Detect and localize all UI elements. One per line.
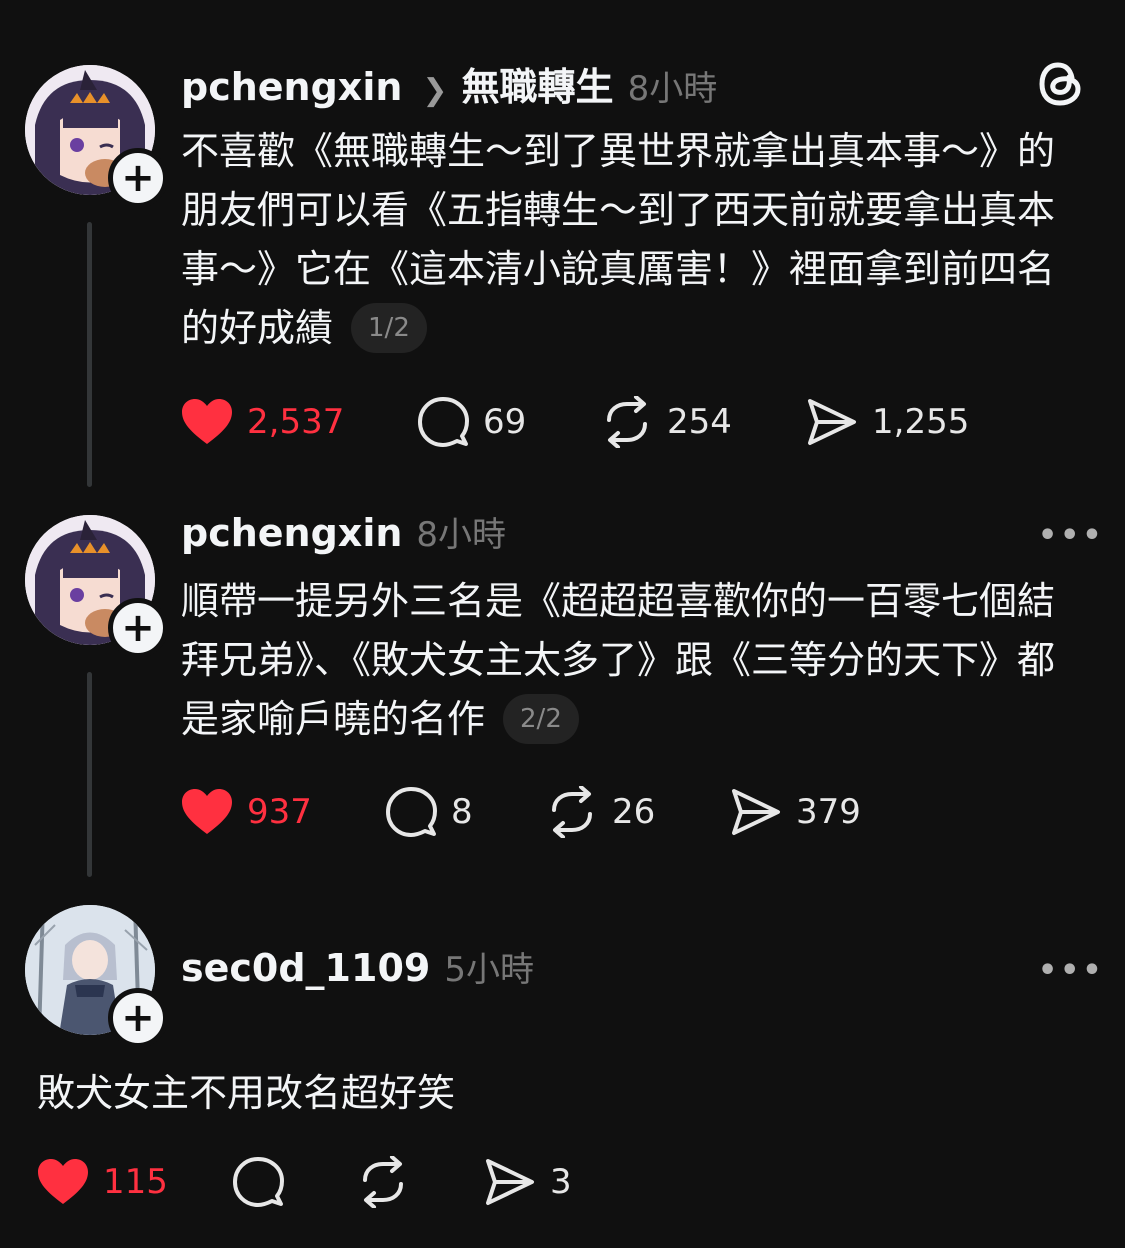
like-button[interactable]: 937	[181, 782, 312, 842]
post-body: 順帶一提另外三名是《超超超喜歡你的一百零七個結拜兄弟》、《敗犬女主太多了》跟《三…	[181, 579, 1056, 741]
timestamp: 5小時	[444, 950, 534, 990]
share-button[interactable]: 1,255	[806, 392, 969, 452]
post-text: 順帶一提另外三名是《超超超喜歡你的一百零七個結拜兄弟》、《敗犬女主太多了》跟《三…	[181, 572, 1091, 749]
repost-button[interactable]: 254	[601, 392, 732, 452]
heart-icon	[182, 789, 232, 834]
repost-button[interactable]	[357, 1152, 409, 1212]
follow-button[interactable]: +	[108, 988, 168, 1048]
username[interactable]: pchengxin	[181, 65, 402, 109]
send-icon	[808, 399, 856, 445]
follow-button[interactable]: +	[108, 148, 168, 208]
thread-line	[87, 672, 92, 877]
heart-icon	[38, 1159, 88, 1204]
post-body: 敗犬女主不用改名超好笑	[37, 1071, 456, 1115]
repost-count: 254	[667, 402, 732, 442]
post-header: sec0d_1109 5小時	[181, 942, 534, 991]
plus-icon: +	[121, 995, 155, 1041]
repost-icon	[552, 786, 592, 838]
username[interactable]: pchengxin	[181, 511, 402, 555]
share-count: 1,255	[872, 402, 970, 442]
like-count: 115	[103, 1162, 168, 1202]
share-count: 379	[796, 792, 861, 832]
comment-button[interactable]: 8	[385, 782, 473, 842]
share-button[interactable]: 3	[484, 1152, 572, 1212]
page-indicator: 1/2	[351, 302, 427, 353]
repost-icon	[607, 396, 647, 448]
comment-button[interactable]	[232, 1152, 284, 1212]
post-body: 不喜歡《無職轉生～到了異世界就拿出真本事～》的朋友們可以看《五指轉生～到了西天前…	[181, 129, 1056, 350]
comment-bubble-icon	[418, 397, 469, 447]
page-indicator: 2/2	[503, 693, 579, 744]
username[interactable]: sec0d_1109	[181, 946, 430, 990]
more-horizontal-icon[interactable]: •••	[1038, 953, 1105, 988]
comment-bubble-icon	[386, 787, 437, 837]
post-header: pchengxin ❯ 無職轉生 8小時	[181, 56, 717, 111]
like-button[interactable]: 2,537	[181, 392, 344, 452]
post-header: pchengxin 8小時	[181, 507, 506, 556]
topic-tag[interactable]: 無職轉生	[462, 56, 614, 111]
comment-bubble-icon	[233, 1157, 284, 1207]
post-text: 敗犬女主不用改名超好笑	[37, 1064, 1087, 1123]
repost-button[interactable]: 26	[546, 782, 655, 842]
more-horizontal-icon[interactable]: •••	[1038, 518, 1105, 553]
like-button[interactable]: 115	[37, 1152, 168, 1212]
send-icon	[486, 1159, 534, 1205]
share-button[interactable]: 379	[730, 782, 861, 842]
heart-icon	[182, 399, 232, 444]
thread-line	[87, 222, 92, 487]
like-count: 937	[247, 792, 312, 832]
timestamp: 8小時	[627, 69, 718, 109]
comment-button[interactable]: 69	[417, 392, 526, 452]
follow-button[interactable]: +	[108, 598, 168, 658]
like-count: 2,537	[247, 402, 345, 442]
comment-count: 8	[451, 792, 473, 832]
send-icon	[732, 789, 780, 835]
post-text: 不喜歡《無職轉生～到了異世界就拿出真本事～》的朋友們可以看《五指轉生～到了西天前…	[181, 122, 1091, 358]
chevron-right-icon: ❯	[422, 73, 448, 108]
threads-logo-icon[interactable]	[1036, 58, 1086, 114]
repost-icon	[363, 1156, 403, 1208]
timestamp: 8小時	[416, 515, 507, 555]
repost-count: 26	[612, 792, 656, 832]
comment-count: 69	[483, 402, 527, 442]
plus-icon: +	[121, 155, 155, 201]
plus-icon: +	[121, 605, 155, 651]
share-count: 3	[550, 1162, 572, 1202]
